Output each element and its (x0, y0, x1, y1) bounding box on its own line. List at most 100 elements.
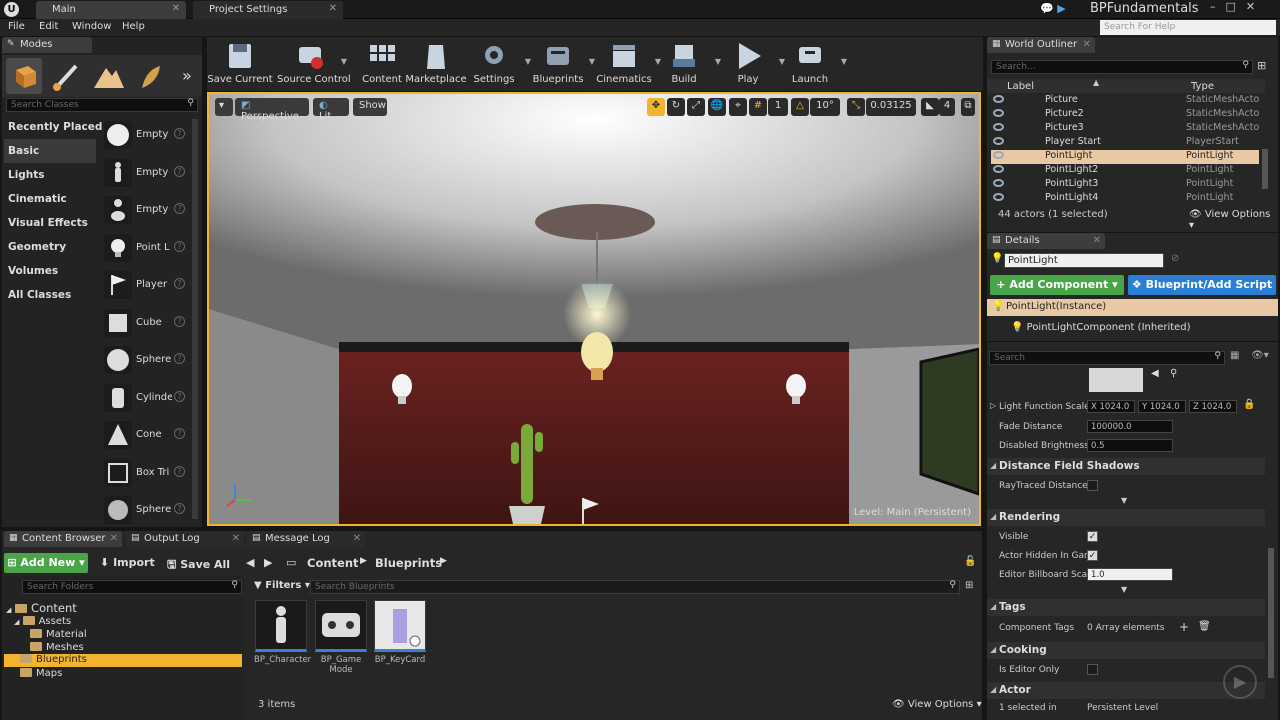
light-function-scale-y[interactable]: Y 1024.0 (1138, 400, 1186, 413)
scrollbar[interactable] (1262, 149, 1268, 189)
help-icon[interactable]: ? (174, 316, 185, 327)
lock-icon[interactable]: 🔓 (964, 556, 976, 567)
outliner-row-selected[interactable]: PointLight PointLight (991, 150, 1259, 164)
maximize-viewport-icon[interactable]: ⧉ (961, 98, 975, 116)
eye-icon[interactable] (993, 123, 1004, 131)
unreal-logo-icon[interactable]: U (4, 2, 19, 17)
angle-snap-value[interactable]: 10° (810, 98, 840, 116)
grid-snap-icon[interactable]: # (749, 98, 767, 116)
outliner-row[interactable]: Picture3 StaticMeshActor (991, 122, 1259, 136)
scale-snap-value[interactable]: 0.03125 (866, 98, 916, 116)
expand-icon[interactable]: ▷ (990, 401, 996, 410)
place-item-sphere-trigger[interactable]: Sphere? (102, 494, 188, 528)
asset-bp-character[interactable]: BP_Character (254, 600, 311, 665)
chevron-down-icon[interactable]: ▼ (841, 57, 847, 66)
details-search-input[interactable]: Search ⚲ (989, 351, 1225, 365)
notification-icon[interactable]: 💬 ▶ (1040, 2, 1066, 15)
tree-item-material[interactable]: Material (30, 629, 87, 640)
outliner-row[interactable]: PointLight3 PointLight (991, 178, 1259, 192)
blueprints-button[interactable]: Blueprints ▼ (525, 39, 595, 89)
category-recently-placed[interactable]: Recently Placed (8, 121, 102, 133)
section-rendering[interactable]: ◢ Rendering (987, 509, 1265, 526)
perspective-button[interactable]: ◩ Perspective (235, 98, 309, 122)
help-icon[interactable]: ? (174, 203, 185, 214)
place-item-point-light[interactable]: Point L? (102, 232, 188, 266)
world-space-icon[interactable]: 🌐 (708, 98, 726, 116)
search-icon[interactable]: ⚲ (1170, 368, 1177, 379)
breadcrumb-separator-icon[interactable]: ▶ (440, 556, 447, 566)
window-controls[interactable]: –□✕ (1210, 0, 1265, 13)
help-icon[interactable]: ? (174, 278, 185, 289)
category-lights[interactable]: Lights (8, 169, 45, 181)
scrollbar[interactable] (192, 119, 198, 519)
tree-item-meshes[interactable]: Meshes (30, 642, 84, 653)
section-cooking[interactable]: ◢ Cooking (987, 642, 1265, 659)
save-all-button[interactable]: 🖫 Save All (167, 556, 230, 575)
help-icon[interactable]: ? (174, 166, 185, 177)
tree-item-maps[interactable]: Maps (20, 668, 62, 679)
show-button[interactable]: Show (353, 98, 387, 116)
outliner-row[interactable]: Picture2 StaticMeshActor (991, 108, 1259, 122)
outliner-row[interactable]: PointLight2 PointLight (991, 164, 1259, 178)
component-inherited-row[interactable]: 💡 PointLightComponent (Inherited) (1011, 322, 1191, 333)
component-instance-row[interactable]: 💡 PointLight(Instance) (987, 299, 1278, 316)
help-icon[interactable]: ? (174, 428, 185, 439)
place-item-cone[interactable]: Cone? (102, 419, 188, 453)
camera-speed-value[interactable]: 4 (939, 98, 955, 116)
lit-button[interactable]: ◐ Lit (313, 98, 349, 122)
menu-file[interactable]: File (8, 21, 25, 32)
foliage-mode-icon[interactable] (132, 58, 168, 94)
category-volumes[interactable]: Volumes (8, 265, 58, 277)
billboard-scale-field[interactable]: 1.0 (1087, 568, 1173, 581)
landscape-mode-icon[interactable] (90, 58, 126, 94)
search-classes-input[interactable]: Search Classes ⚲ (6, 98, 198, 112)
tab-output-log[interactable]: ▤ Output Log ✕ (126, 531, 244, 547)
tab-content-browser[interactable]: ▦ Content Browser ✕ (4, 531, 122, 547)
fade-distance-field[interactable]: 100000.0 (1087, 420, 1173, 433)
play-button[interactable]: Play ▼ (715, 39, 785, 89)
help-icon[interactable]: ? (174, 128, 185, 139)
import-button[interactable]: ⬇ Import (100, 556, 155, 569)
tree-item-blueprints[interactable]: Blueprints (4, 654, 242, 667)
close-icon[interactable]: ✕ (1093, 235, 1101, 246)
tab-main[interactable]: Main ✕ (36, 1, 186, 19)
place-item-empty-pawn[interactable]: Empty? (102, 194, 188, 228)
lock-icon[interactable]: 🔒 (1243, 399, 1255, 410)
section-tags[interactable]: ◢ Tags (987, 599, 1265, 616)
place-item-box-trigger[interactable]: Box Tri? (102, 457, 188, 491)
category-geometry[interactable]: Geometry (8, 241, 66, 253)
viewport-options-icon[interactable]: ▾ (215, 98, 233, 116)
back-arrow-icon[interactable]: ◀ (246, 556, 254, 569)
asset-bp-game-mode[interactable]: BP_Game Mode (314, 600, 368, 675)
rotate-tool-icon[interactable]: ↻ (667, 98, 685, 116)
outliner-settings-icon[interactable]: ⊞ (1257, 59, 1266, 72)
tab-message-log[interactable]: ▤ Message Log ✕ (247, 531, 365, 547)
back-arrow-icon[interactable]: ◀ (1151, 368, 1159, 379)
scrollbar[interactable] (1268, 548, 1274, 678)
translate-tool-icon[interactable]: ✥ (647, 98, 665, 116)
grid-snap-value[interactable]: 1 (768, 98, 788, 116)
outliner-view-options[interactable]: 👁 View Options ▾ (1189, 209, 1278, 231)
angle-snap-icon[interactable]: △ (791, 98, 809, 116)
close-icon[interactable]: ✕ (353, 533, 361, 544)
search-blueprints-input[interactable]: Search Blueprints ⚲ (310, 580, 960, 594)
add-component-button[interactable]: + Add Component ▾ (990, 275, 1124, 295)
tab-modes[interactable]: ✎ Modes (2, 37, 92, 53)
add-element-icon[interactable]: + (1179, 620, 1189, 634)
eye-icon[interactable] (993, 109, 1004, 117)
place-item-empty-character[interactable]: Empty? (102, 157, 188, 191)
build-button[interactable]: Build ▼ (651, 39, 721, 89)
outliner-row[interactable]: Player Start PlayerStart (991, 136, 1259, 150)
more-modes-icon[interactable]: » (182, 58, 200, 94)
category-basic[interactable]: Basic (4, 139, 96, 163)
scale-tool-icon[interactable]: ⤢ (687, 98, 705, 116)
paint-mode-icon[interactable] (48, 58, 84, 94)
outliner-row[interactable]: Picture StaticMeshActor (991, 94, 1259, 108)
help-icon[interactable]: ? (174, 503, 185, 514)
search-folders-input[interactable]: Search Folders ⚲ (22, 580, 242, 594)
forward-arrow-icon[interactable]: ▶ (264, 556, 272, 569)
close-icon[interactable]: ✕ (110, 533, 118, 544)
category-visual-effects[interactable]: Visual Effects (8, 217, 88, 229)
asset-bp-keycard[interactable]: BP_KeyCard (373, 600, 427, 665)
place-item-cube[interactable]: Cube? (102, 307, 188, 341)
